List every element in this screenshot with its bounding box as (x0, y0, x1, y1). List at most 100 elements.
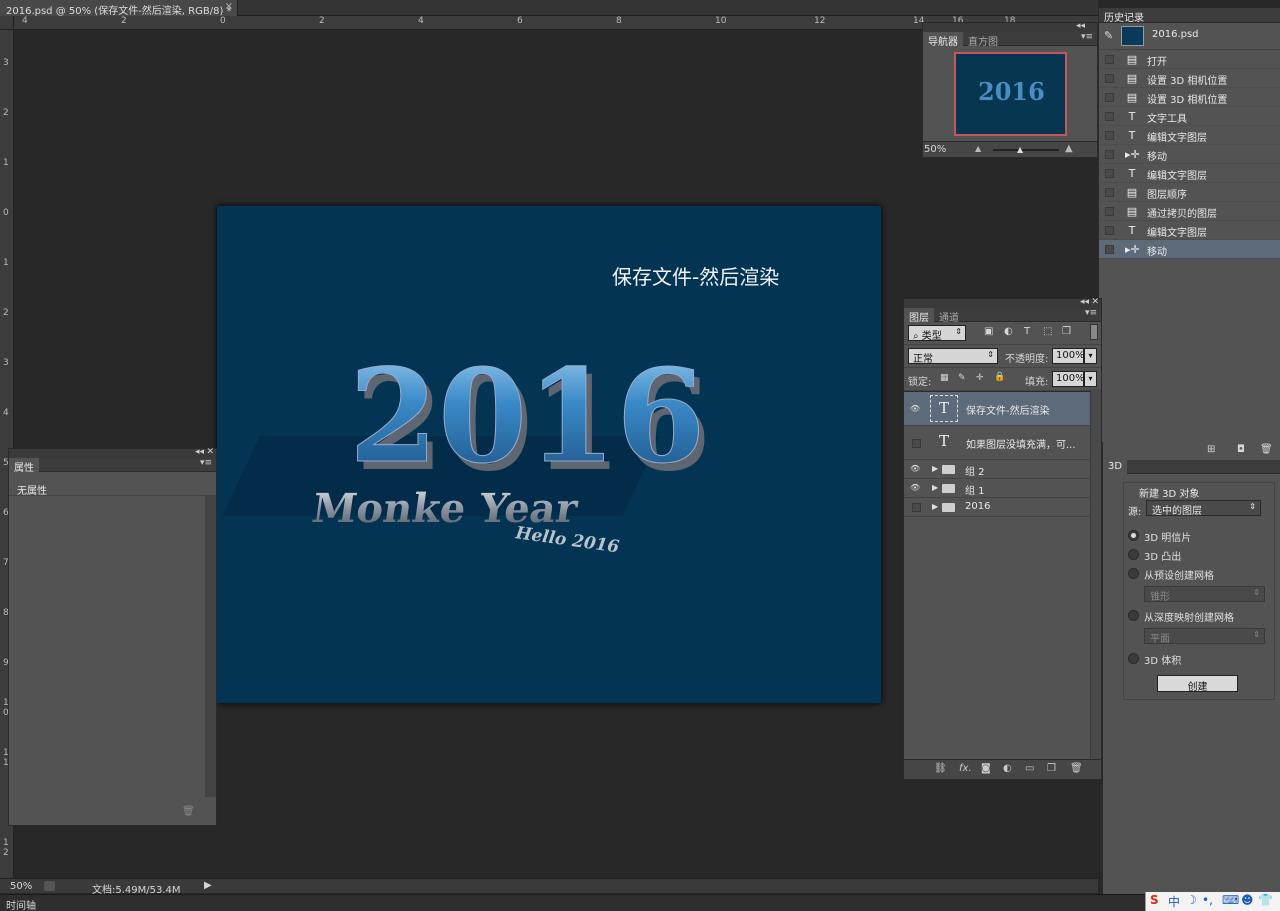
layer-row[interactable]: 👁 T 保存文件-然后渲染 (904, 392, 1090, 426)
history-snapshot[interactable]: ✎ 2016.psd (1099, 23, 1280, 50)
option-mesh-from-depth[interactable]: 从深度映射创建网格 (1144, 609, 1234, 624)
zoom-in-icon[interactable]: ▲ (1065, 143, 1073, 154)
visibility-eye-icon[interactable]: 👁 (910, 483, 921, 493)
history-item[interactable]: ▤ 通过拷贝的图层 (1099, 202, 1280, 221)
source-dropdown[interactable]: 选中的图层 ⇕ (1146, 500, 1261, 517)
navigator-zoom-value[interactable]: 50% (924, 144, 946, 155)
fill-field[interactable]: 100% (1052, 371, 1085, 387)
history-snapshot-checkbox[interactable] (1105, 207, 1114, 216)
history-item[interactable]: T 编辑文字图层 (1099, 221, 1280, 240)
visibility-eye-icon[interactable] (912, 439, 921, 448)
filter-adjustment-icon[interactable]: ◐ (1004, 326, 1013, 337)
navigator-zoom-slider[interactable] (993, 149, 1059, 151)
collapse-icon[interactable]: ◂◂ (1080, 297, 1089, 307)
opacity-field[interactable]: 100% (1052, 348, 1085, 364)
history-snapshot-checkbox[interactable] (1105, 131, 1114, 140)
adjustment-layer-icon[interactable]: ◐ (1003, 763, 1012, 774)
panel-menu-icon[interactable]: ▾≡ (1081, 32, 1093, 42)
text-layer-thumbnail-icon[interactable]: T (930, 395, 958, 422)
layer-row[interactable]: 👁 ▶ 组 1 (904, 479, 1090, 498)
history-snapshot-checkbox[interactable] (1105, 226, 1114, 235)
radio-3d-volume[interactable] (1128, 653, 1139, 664)
layer-row[interactable]: T 如果图层没填充满，可... (904, 426, 1090, 460)
tab-navigator[interactable]: 导航器 (923, 32, 963, 48)
new-3d-layer-icon[interactable]: ⊞ (1207, 444, 1215, 455)
document-tab[interactable]: 2016.psd @ 50% (保存文件-然后渲染, RGB/8) * × (0, 0, 238, 17)
history-item[interactable]: ▤ 设置 3D 相机位置 (1099, 88, 1280, 107)
layers-scrollbar[interactable] (1090, 389, 1101, 759)
sogou-icon[interactable]: S (1150, 893, 1159, 907)
text-layer-thumbnail-icon[interactable]: T (930, 429, 958, 456)
halfwidth-moon-icon[interactable]: ☽ (1186, 893, 1197, 907)
status-menu-arrow-icon[interactable]: ▶ (204, 880, 212, 891)
layer-row[interactable]: 👁 ▶ 组 2 (904, 460, 1090, 479)
tab-channels[interactable]: 通道 (934, 308, 964, 324)
radio-3d-postcard[interactable] (1128, 530, 1139, 541)
history-item[interactable]: ▸✛ 移动 (1099, 240, 1280, 259)
ruler-corner[interactable] (0, 16, 14, 30)
history-item[interactable]: T 编辑文字图层 (1099, 164, 1280, 183)
layer-filter-dropdown[interactable]: ⌕ 类型 ⇕ (908, 325, 966, 342)
filter-shape-icon[interactable]: ⬚ (1043, 326, 1052, 337)
navigator-thumbnail[interactable]: 2016 (954, 52, 1067, 136)
history-item[interactable]: T 文字工具 (1099, 107, 1280, 126)
option-mesh-from-preset[interactable]: 从预设创建网格 (1144, 567, 1214, 582)
snapshot-brush-icon[interactable]: ✎ (1104, 29, 1113, 42)
close-icon[interactable]: × (225, 1, 233, 12)
zoom-out-icon[interactable]: ▲ (975, 144, 981, 153)
create-button[interactable]: 创建 (1157, 675, 1238, 693)
close-icon[interactable]: ✕ (1091, 297, 1099, 307)
filter-pixel-icon[interactable]: ▣ (984, 326, 993, 337)
layer-row[interactable]: ▶ 2016 (904, 498, 1090, 517)
collapse-icon[interactable]: ◂◂ (1076, 21, 1085, 31)
option-3d-postcard[interactable]: 3D 明信片 (1144, 529, 1191, 544)
timeline-label[interactable]: 时间轴 (6, 897, 36, 911)
radio-mesh-from-depth[interactable] (1128, 610, 1139, 621)
visibility-eye-icon[interactable]: 👁 (910, 404, 921, 414)
layer-style-fx-icon[interactable]: fx. (959, 763, 972, 774)
filter-text-icon[interactable]: T (1024, 326, 1030, 337)
tab-properties[interactable]: 属性 (9, 458, 39, 474)
ime-mode[interactable]: 中 (1168, 893, 1180, 910)
keyboard-icon[interactable]: ⌨ (1222, 893, 1239, 907)
expand-arrow-icon[interactable]: ▶ (932, 502, 938, 511)
new-layer-icon[interactable]: ❐ (1047, 763, 1056, 774)
punctuation-icon[interactable]: •, (1202, 893, 1213, 907)
tab-3d[interactable]: 3D (1103, 460, 1128, 474)
trash-icon[interactable]: 🗑 (182, 806, 195, 817)
history-snapshot-checkbox[interactable] (1105, 55, 1114, 64)
properties-scrollbar[interactable] (205, 495, 216, 797)
camera-icon[interactable]: ◘ (1237, 444, 1245, 455)
history-snapshot-checkbox[interactable] (1105, 74, 1114, 83)
option-3d-volume[interactable]: 3D 体积 (1144, 652, 1181, 667)
history-item[interactable]: ▤ 设置 3D 相机位置 (1099, 69, 1280, 88)
visibility-eye-icon[interactable]: 👁 (910, 464, 921, 474)
filter-toggle[interactable] (1090, 324, 1098, 340)
expand-arrow-icon[interactable]: ▶ (932, 483, 938, 492)
history-snapshot-checkbox[interactable] (1105, 150, 1114, 159)
lock-position-icon[interactable]: ✛ (976, 373, 984, 383)
delete-layer-icon[interactable]: 🗑 (1070, 763, 1083, 774)
lock-transparent-icon[interactable]: ▦ (940, 373, 949, 383)
status-icon[interactable] (44, 881, 55, 891)
delete-icon[interactable]: 🗑 (1260, 444, 1273, 455)
history-snapshot-checkbox[interactable] (1105, 169, 1114, 178)
tab-layers[interactable]: 图层 (904, 308, 934, 324)
history-snapshot-checkbox[interactable] (1105, 245, 1114, 254)
history-snapshot-checkbox[interactable] (1105, 93, 1114, 102)
filter-smart-object-icon[interactable]: ❐ (1062, 326, 1071, 337)
history-item[interactable]: ▤ 图层顺序 (1099, 183, 1280, 202)
radio-mesh-from-preset[interactable] (1128, 568, 1139, 579)
tab-history[interactable]: 历史记录 (1099, 8, 1149, 24)
option-3d-extrusion[interactable]: 3D 凸出 (1144, 548, 1181, 563)
radio-3d-extrusion[interactable] (1128, 549, 1139, 560)
blend-mode-dropdown[interactable]: 正常 ⇕ (908, 348, 998, 365)
add-mask-icon[interactable]: ◙ (981, 763, 991, 774)
skin-icon[interactable]: 👕 (1258, 893, 1273, 907)
history-item[interactable]: ▸✛ 移动 (1099, 145, 1280, 164)
expand-arrow-icon[interactable]: ▶ (932, 464, 938, 473)
lock-all-icon[interactable]: 🔒 (994, 372, 1005, 382)
panel-menu-icon[interactable]: ▾≡ (200, 458, 212, 468)
new-group-icon[interactable]: ▭ (1025, 763, 1034, 774)
history-item[interactable]: T 编辑文字图层 (1099, 126, 1280, 145)
